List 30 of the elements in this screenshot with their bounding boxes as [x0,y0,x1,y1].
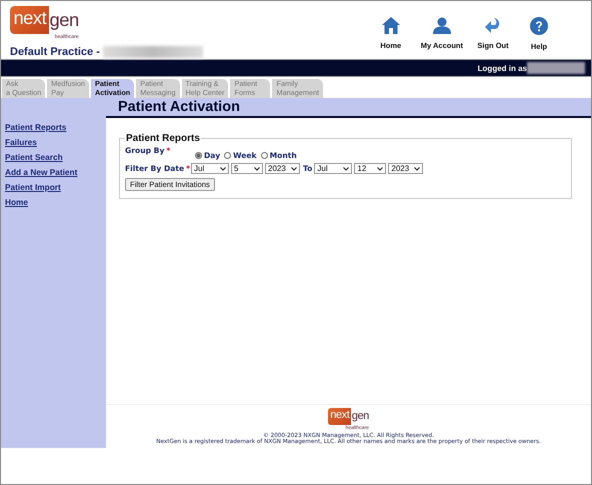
sidebar-link[interactable]: Patient Import [5,182,61,192]
panel-title: Patient Reports [126,133,200,144]
radio-button[interactable] [195,152,202,159]
practice-name: Default Practice - [10,46,100,58]
sidebar-link[interactable]: Patient Search [5,152,63,162]
curved-arrow-icon [484,17,502,34]
home-icon [382,17,400,34]
radio-button[interactable] [224,152,232,159]
radio-button[interactable] [260,152,268,159]
chevron-icon [343,166,350,170]
year-select[interactable]: 2023 [265,163,300,174]
chevron-icon [254,166,260,170]
person-icon [432,17,451,34]
day-select[interactable]: 5 [231,163,263,174]
sidebar-link[interactable]: Patient Reports [5,122,66,132]
redacted-area [527,62,585,74]
year-select[interactable]: 2023 [388,163,424,174]
sidebar-link[interactable]: Home [5,197,28,207]
sidebar-link[interactable]: Failures [5,137,37,147]
sidebar-link[interactable]: Add a New Patient [5,167,78,177]
day-select[interactable]: 12 [354,163,386,174]
chevron-icon [414,166,420,170]
chevron-icon [377,166,384,170]
chevron-icon [291,166,297,170]
logged-in-label: Logged in as [478,64,527,72]
month-select[interactable]: Jul [191,163,229,174]
month-select[interactable]: Jul [314,163,352,174]
chevron-icon [220,166,226,170]
help-icon [530,17,548,35]
page-title: Patient Activation [106,98,591,118]
